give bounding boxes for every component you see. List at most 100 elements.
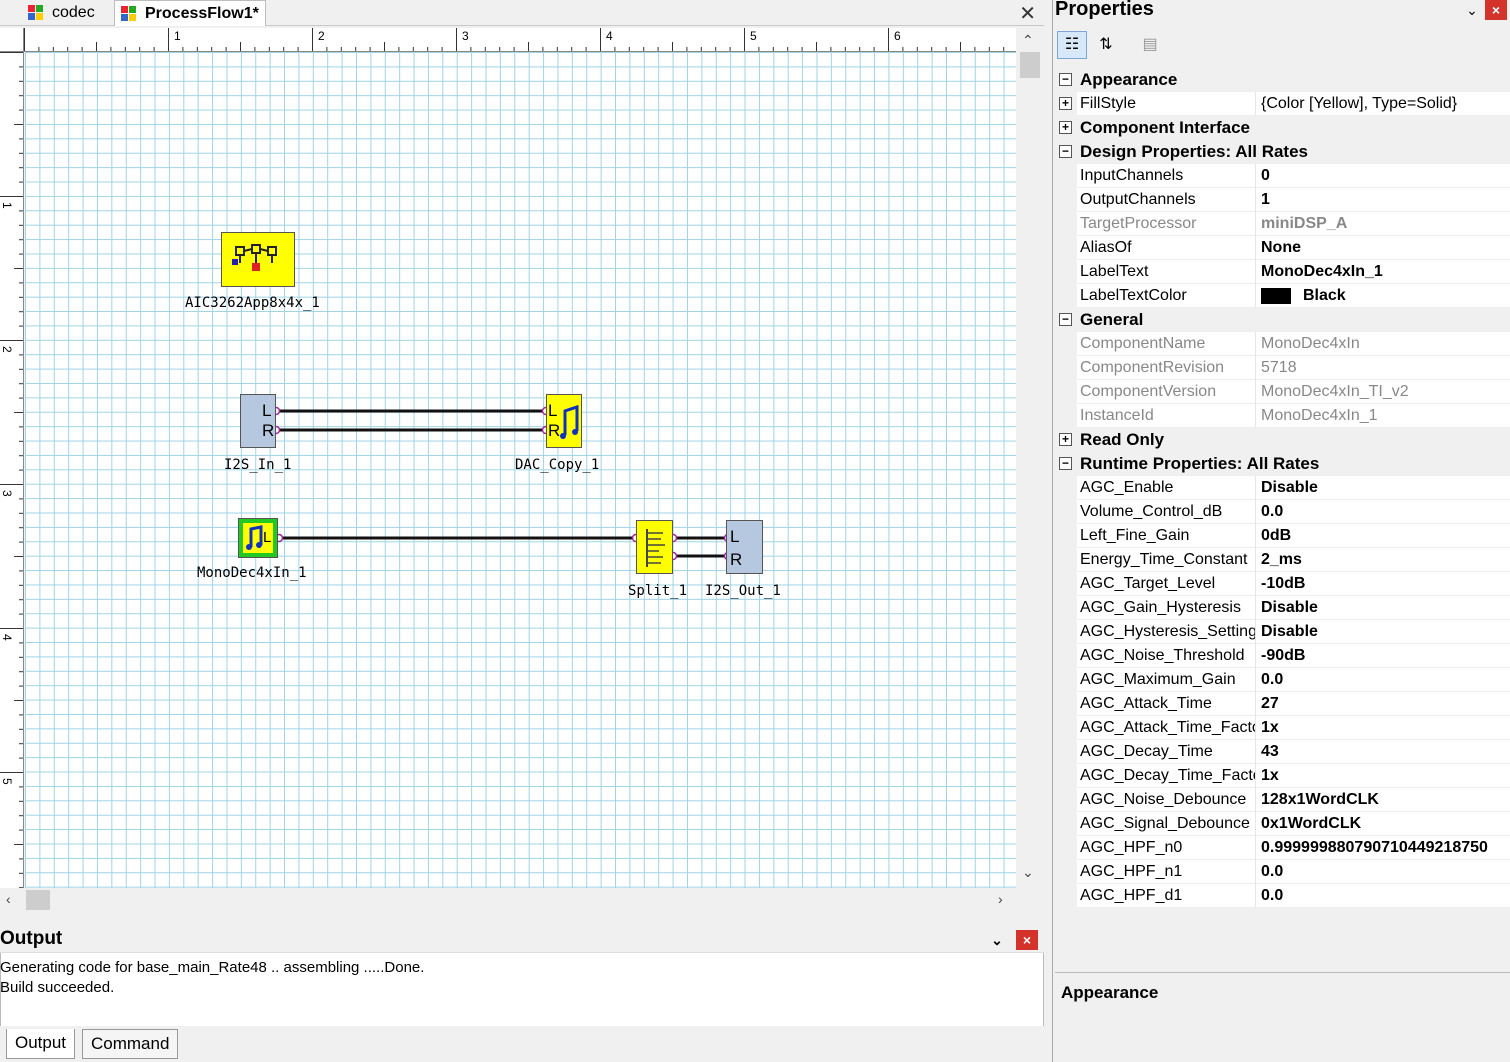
property-row[interactable]: AGC_Gain_Hysteresis Disable — [1055, 596, 1510, 620]
property-row[interactable]: AGC_Attack_Time 27 — [1055, 692, 1510, 716]
scroll-left-icon[interactable]: ‹ — [6, 891, 11, 907]
property-row[interactable]: AliasOf None — [1055, 236, 1510, 260]
property-value[interactable]: None — [1259, 236, 1510, 259]
tab-codec[interactable]: codec — [22, 0, 101, 26]
property-value[interactable]: miniDSP_A — [1259, 212, 1510, 235]
scroll-thumb[interactable] — [26, 890, 50, 910]
expand-icon[interactable]: + — [1059, 97, 1072, 110]
scroll-right-icon[interactable]: › — [998, 891, 1003, 907]
collapse-icon[interactable]: − — [1059, 313, 1072, 326]
expand-icon[interactable]: + — [1059, 121, 1072, 134]
property-value[interactable]: MonoDec4xIn — [1259, 332, 1510, 355]
property-value[interactable]: 2_ms — [1259, 548, 1510, 571]
design-canvas[interactable]: AIC3262App8x4x_1 L R I2S_In_1 L R DAC_Co… — [25, 52, 1016, 888]
property-value[interactable]: 1x — [1259, 764, 1510, 787]
property-value[interactable]: 128x1WordCLK — [1259, 788, 1510, 811]
tab-output[interactable]: Output — [6, 1029, 76, 1059]
property-row[interactable]: Volume_Control_dB 0.0 — [1055, 500, 1510, 524]
property-row[interactable]: AGC_HPF_d1 0.0 — [1055, 884, 1510, 908]
property-value[interactable]: 43 — [1259, 740, 1510, 763]
i2s-out-block[interactable]: L R — [726, 520, 763, 574]
auto-hide-icon[interactable]: ⌄ — [986, 930, 1008, 950]
property-row[interactable]: AGC_Attack_Time_Factor 1x — [1055, 716, 1510, 740]
properties-close-icon[interactable]: × — [1485, 0, 1507, 20]
property-value[interactable]: 0.0 — [1259, 668, 1510, 691]
property-row[interactable]: ComponentVersion MonoDec4xIn_TI_v2 — [1055, 380, 1510, 404]
property-row[interactable]: AGC_Noise_Threshold -90dB — [1055, 644, 1510, 668]
property-row[interactable]: AGC_Target_Level -10dB — [1055, 572, 1510, 596]
property-value[interactable]: {Color [Yellow], Type=Solid} — [1259, 92, 1510, 115]
close-icon[interactable]: ✕ — [1019, 1, 1036, 26]
property-row[interactable]: AGC_Noise_Debounce 128x1WordCLK — [1055, 788, 1510, 812]
property-value[interactable]: 0.0 — [1259, 884, 1510, 907]
collapse-icon[interactable]: − — [1059, 73, 1072, 86]
property-value[interactable]: 0.0 — [1259, 500, 1510, 523]
property-row[interactable]: AGC_HPF_n0 0.999999880790710449218750 — [1055, 836, 1510, 860]
property-row[interactable]: TargetProcessor miniDSP_A — [1055, 212, 1510, 236]
property-category[interactable]: − General — [1055, 308, 1510, 332]
property-value[interactable]: -10dB — [1259, 572, 1510, 595]
property-value[interactable]: MonoDec4xIn_1 — [1259, 260, 1510, 283]
output-close-icon[interactable]: × — [1016, 930, 1038, 950]
property-row[interactable]: AGC_Maximum_Gain 0.0 — [1055, 668, 1510, 692]
auto-hide-icon[interactable]: ⌄ — [1461, 0, 1483, 20]
property-row[interactable]: AGC_Signal_Debounce 0x1WordCLK — [1055, 812, 1510, 836]
property-row[interactable]: LabelTextColor Black — [1055, 284, 1510, 308]
mono-dec-block[interactable]: L — [238, 518, 278, 558]
aic-codec-block[interactable] — [221, 232, 295, 287]
property-row[interactable]: InputChannels 0 — [1055, 164, 1510, 188]
property-value[interactable]: Disable — [1259, 476, 1510, 499]
property-row[interactable]: + FillStyle {Color [Yellow], Type=Solid} — [1055, 92, 1510, 116]
property-value[interactable]: Disable — [1259, 596, 1510, 619]
property-category[interactable]: − Runtime Properties: All Rates — [1055, 452, 1510, 476]
property-value[interactable]: -90dB — [1259, 644, 1510, 667]
vertical-scrollbar[interactable]: ⌃ ⌄ — [1016, 28, 1044, 888]
property-value[interactable]: MonoDec4xIn_1 — [1259, 404, 1510, 427]
expand-icon[interactable]: + — [1059, 433, 1072, 446]
alphabetical-sort-icon[interactable]: ⇅ — [1091, 31, 1121, 59]
property-row[interactable]: AGC_Decay_Time_Factor 1x — [1055, 764, 1510, 788]
property-value[interactable]: 0.0 — [1259, 860, 1510, 883]
property-category[interactable]: − Design Properties: All Rates — [1055, 140, 1510, 164]
collapse-icon[interactable]: − — [1059, 145, 1072, 158]
property-value[interactable]: 0dB — [1259, 524, 1510, 547]
property-value[interactable]: 0x1WordCLK — [1259, 812, 1510, 835]
property-value[interactable]: 0 — [1259, 164, 1510, 187]
property-value[interactable]: 0.999999880790710449218750 — [1259, 836, 1510, 859]
column-separator — [1255, 668, 1256, 692]
property-value[interactable]: Black — [1259, 284, 1510, 307]
tab-processflow1[interactable]: ProcessFlow1* — [114, 0, 266, 26]
property-value[interactable]: 1x — [1259, 716, 1510, 739]
property-row[interactable]: AGC_Decay_Time 43 — [1055, 740, 1510, 764]
collapse-icon[interactable]: − — [1059, 457, 1072, 470]
property-grid[interactable]: − Appearance + FillStyle {Color [Yellow], Ty… — [1055, 68, 1510, 908]
property-category[interactable]: − Appearance — [1055, 68, 1510, 92]
categorized-icon[interactable]: ☷ — [1057, 31, 1087, 59]
scroll-up-icon[interactable]: ⌃ — [1022, 32, 1034, 49]
property-value[interactable]: 1 — [1259, 188, 1510, 211]
property-category[interactable]: + Read Only — [1055, 428, 1510, 452]
split-block[interactable] — [636, 520, 673, 574]
property-row[interactable]: LabelText MonoDec4xIn_1 — [1055, 260, 1510, 284]
property-row[interactable]: AGC_HPF_n1 0.0 — [1055, 860, 1510, 884]
tab-command[interactable]: Command — [82, 1029, 179, 1059]
property-pages-icon[interactable]: ▤ — [1135, 31, 1165, 59]
property-row[interactable]: Energy_Time_Constant 2_ms — [1055, 548, 1510, 572]
property-row[interactable]: InstanceId MonoDec4xIn_1 — [1055, 404, 1510, 428]
property-row[interactable]: Left_Fine_Gain 0dB — [1055, 524, 1510, 548]
i2s-in-block[interactable]: L R — [240, 394, 276, 448]
property-value[interactable]: 27 — [1259, 692, 1510, 715]
scroll-thumb[interactable] — [1020, 52, 1040, 78]
horizontal-scrollbar[interactable]: ‹ › — [0, 888, 1016, 914]
property-row[interactable]: ComponentRevision 5718 — [1055, 356, 1510, 380]
property-value[interactable]: Disable — [1259, 620, 1510, 643]
dac-copy-block[interactable]: L R — [546, 394, 582, 448]
property-row[interactable]: AGC_Enable Disable — [1055, 476, 1510, 500]
property-category[interactable]: + Component Interface — [1055, 116, 1510, 140]
property-row[interactable]: AGC_Hysteresis_Setting Disable — [1055, 620, 1510, 644]
property-row[interactable]: ComponentName MonoDec4xIn — [1055, 332, 1510, 356]
scroll-down-icon[interactable]: ⌄ — [1022, 864, 1034, 881]
property-value[interactable]: 5718 — [1259, 356, 1510, 379]
property-value[interactable]: MonoDec4xIn_TI_v2 — [1259, 380, 1510, 403]
property-row[interactable]: OutputChannels 1 — [1055, 188, 1510, 212]
